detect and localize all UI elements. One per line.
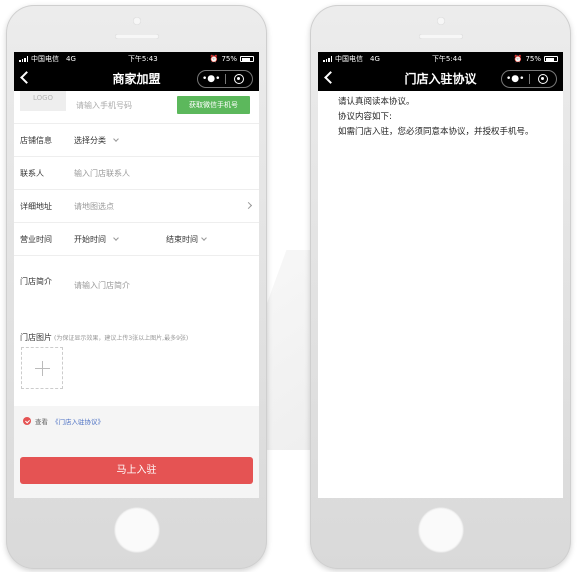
nav-bar: 商家加盟 •●• (14, 66, 259, 91)
agreement-link[interactable]: 《门店入驻协议》 (52, 416, 104, 426)
category-select[interactable]: 选择分类 (74, 135, 119, 146)
screen-agreement: 中国电信 4G 下午5:44 ⏰ 75% 门店入驻协议 •●• 请认真阅读本协议… (318, 52, 563, 498)
phone-frame-right: 中国电信 4G 下午5:44 ⏰ 75% 门店入驻协议 •●• 请认真阅读本协议… (310, 5, 571, 569)
chevron-down-icon (201, 235, 207, 241)
battery-label: 75% (221, 55, 237, 63)
page-title: 门店入驻协议 (404, 72, 477, 86)
intro-row: 门店简介 请输入门店简介 (14, 256, 259, 314)
alarm-icon: ⏰ (209, 55, 219, 63)
status-bar: 中国电信 4G 下午5:44 ⏰ 75% (318, 52, 563, 66)
address-input[interactable]: 请地图选点 (74, 201, 114, 212)
phone-input[interactable]: 请输入手机号码 (76, 100, 132, 111)
category-label: 店铺信息 (20, 135, 52, 145)
mini-program-capsule: •●• (197, 70, 253, 88)
add-photo-button[interactable] (21, 347, 63, 389)
battery-icon (240, 56, 254, 62)
page-title: 商家加盟 (112, 72, 161, 86)
address-label: 详细地址 (20, 201, 52, 211)
contact-row: 联系人 输入门店联系人 (14, 157, 259, 190)
camera-dot (436, 17, 445, 25)
carrier-label: 中国电信 (31, 55, 59, 63)
agree-prefix: 查看 (35, 418, 48, 426)
chevron-down-icon (113, 235, 119, 241)
speaker-slot (114, 34, 159, 39)
address-row[interactable]: 详细地址 请地图选点 (14, 190, 259, 223)
hours-label: 营业时间 (20, 234, 52, 244)
screen-merchant-join: 中国电信 4G 下午5:43 ⏰ 75% 商家加盟 •●• LOGO 请输入手机… (14, 52, 259, 498)
battery-icon (544, 56, 558, 62)
back-arrow-icon[interactable] (324, 71, 337, 84)
alarm-icon: ⏰ (513, 55, 523, 63)
start-time-value: 开始时间 (74, 234, 106, 244)
agreement-paragraph: 协议内容如下: (338, 112, 392, 122)
nav-bar: 门店入驻协议 •●• (318, 66, 563, 91)
more-dots-icon[interactable]: •●• (502, 71, 529, 87)
checkbox-checked-icon[interactable] (23, 417, 31, 425)
chevron-down-icon (113, 136, 119, 142)
more-dots-icon[interactable]: •●• (198, 71, 225, 87)
camera-dot (132, 17, 141, 25)
start-time-select[interactable]: 开始时间 (74, 234, 119, 245)
agreement-paragraph: 如需门店入驻，您必须同意本协议，并授权手机号。 (338, 127, 534, 137)
mini-program-capsule: •●• (501, 70, 557, 88)
home-button (113, 507, 160, 553)
category-select-value: 选择分类 (74, 135, 106, 145)
photos-hint: (为保证显示效果，建议上传3张以上图片,最多9张) (54, 335, 189, 342)
chevron-right-icon (244, 201, 253, 210)
phone-row: LOGO 请输入手机号码 获取微信手机号 (14, 91, 259, 124)
end-time-value: 结束时间 (166, 234, 198, 244)
photos-label: 门店图片 (20, 333, 52, 342)
signal-icon (323, 56, 332, 62)
logo-upload[interactable]: LOGO (20, 91, 66, 111)
hours-row: 营业时间 开始时间 结束时间 (14, 223, 259, 256)
agreement-paragraph: 请认真阅读本协议。 (338, 97, 415, 107)
back-arrow-icon[interactable] (20, 71, 33, 84)
close-target-icon[interactable] (226, 74, 253, 84)
photos-section: 门店图片 (为保证显示效果，建议上传3张以上图片,最多9张) (20, 332, 188, 343)
merchant-form: LOGO 请输入手机号码 获取微信手机号 店铺信息 选择分类 联系人 输入门店联… (14, 91, 259, 498)
intro-label: 门店简介 (20, 277, 52, 286)
footer-area: 查看 《门店入驻协议》 马上入驻 (14, 406, 259, 498)
home-button (417, 507, 464, 553)
agreement-text: 请认真阅读本协议。 协议内容如下: 如需门店入驻，您必须同意本协议，并授权手机号… (318, 91, 563, 140)
network-label: 4G (66, 55, 76, 63)
close-target-icon[interactable] (530, 74, 557, 84)
get-wechat-phone-button[interactable]: 获取微信手机号 (177, 96, 250, 114)
end-time-select[interactable]: 结束时间 (166, 234, 207, 245)
agreement-checkbox-row[interactable]: 查看 《门店入驻协议》 (23, 416, 104, 426)
battery-label: 75% (525, 55, 541, 63)
contact-label: 联系人 (20, 168, 44, 178)
status-bar: 中国电信 4G 下午5:43 ⏰ 75% (14, 52, 259, 66)
speaker-slot (418, 34, 463, 39)
submit-button[interactable]: 马上入驻 (20, 457, 253, 484)
status-time: 下午5:43 (127, 55, 158, 63)
contact-input[interactable]: 输入门店联系人 (74, 168, 130, 179)
signal-icon (19, 56, 28, 62)
status-time: 下午5:44 (431, 55, 462, 63)
category-row[interactable]: 店铺信息 选择分类 (14, 124, 259, 157)
phone-frame-left: 中国电信 4G 下午5:43 ⏰ 75% 商家加盟 •●• LOGO 请输入手机… (6, 5, 267, 569)
carrier-label: 中国电信 (335, 55, 363, 63)
network-label: 4G (370, 55, 380, 63)
intro-textarea[interactable]: 请输入门店简介 (74, 280, 130, 291)
